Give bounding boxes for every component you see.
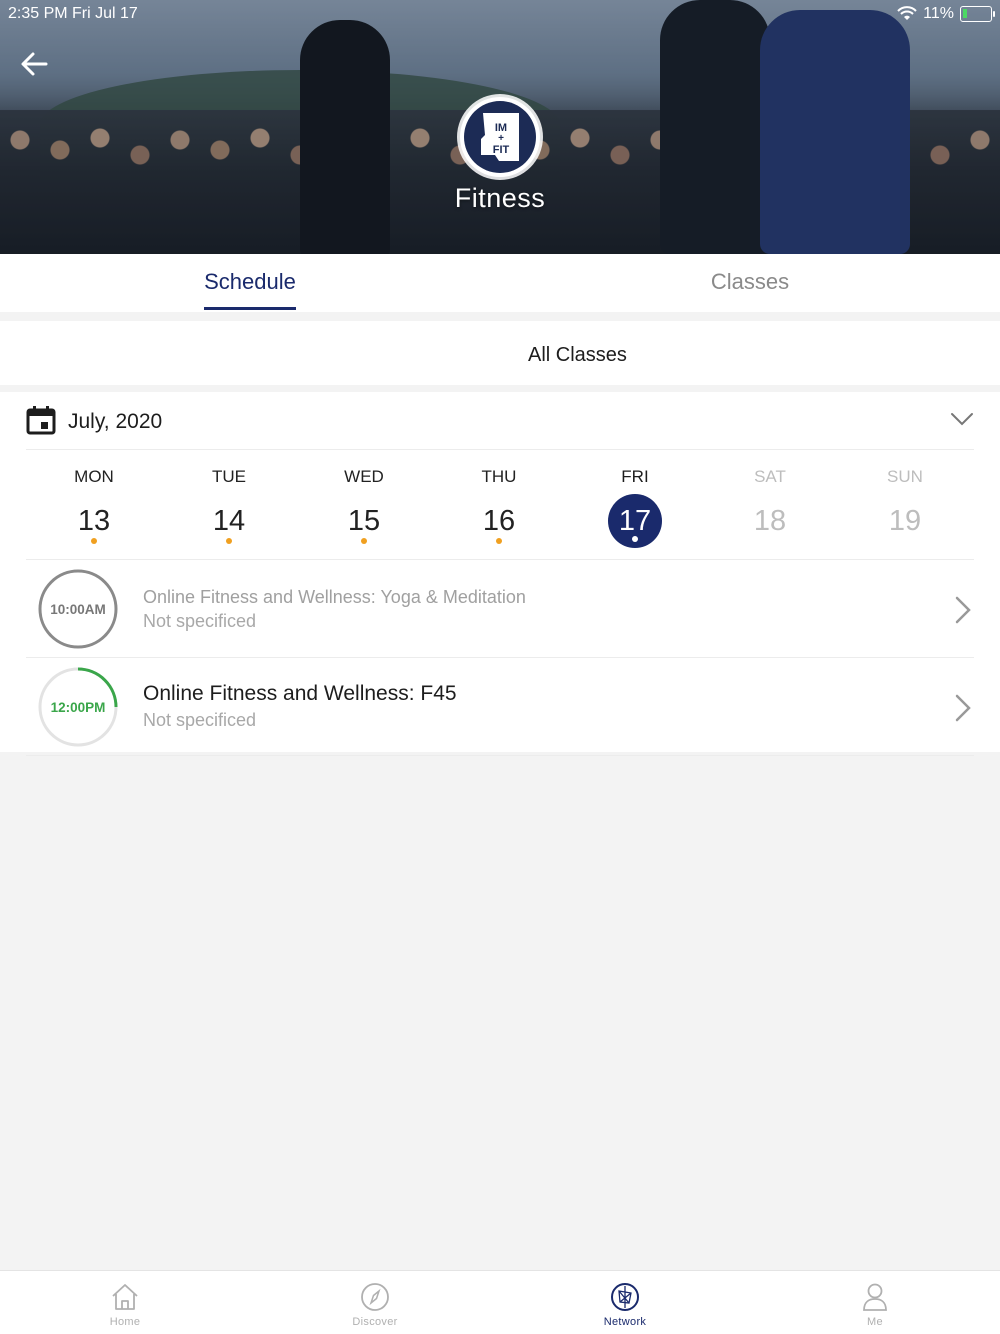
event-dot	[361, 538, 367, 544]
status-right: 11%	[897, 5, 995, 23]
status-time: 2:35 PM Fri Jul 17	[8, 5, 138, 22]
event-dot	[91, 538, 97, 544]
battery-icon	[960, 6, 995, 22]
day-number: 18	[753, 504, 787, 537]
event-dot	[226, 538, 232, 544]
class-time: 10:00AM	[50, 601, 106, 617]
nav-discover-label: Discover	[352, 1316, 398, 1328]
bottom-nav: Home Discover Network Me	[0, 1270, 1000, 1334]
day-name: WED	[344, 467, 384, 486]
nav-me-label: Me	[867, 1316, 883, 1328]
day-name: THU	[481, 467, 517, 486]
day-fri[interactable]: FRI 17	[595, 450, 675, 548]
svg-text:FIT: FIT	[493, 144, 510, 156]
day-wed[interactable]: WED 15	[324, 450, 404, 544]
network-icon	[611, 1283, 639, 1311]
tab-schedule[interactable]: Schedule	[0, 254, 500, 312]
user-icon	[863, 1283, 887, 1311]
day-name: SAT	[754, 467, 786, 486]
tab-bar: Schedule Classes	[0, 254, 1000, 312]
tab-active-indicator	[204, 307, 296, 310]
class-title: Online Fitness and Wellness: Yoga & Medi…	[143, 587, 526, 607]
back-button[interactable]	[14, 44, 54, 84]
nav-home[interactable]: Home	[0, 1271, 250, 1334]
chevron-right-icon	[955, 694, 971, 722]
class-list-item[interactable]: 12:00PM Online Fitness and Wellness: F45…	[26, 659, 974, 756]
nav-network-label: Network	[603, 1316, 647, 1328]
day-tue[interactable]: TUE 14	[189, 450, 269, 544]
nav-discover[interactable]: Discover	[250, 1271, 500, 1334]
day-thu[interactable]: THU 16	[459, 450, 539, 544]
home-icon	[112, 1284, 138, 1310]
battery-percent: 11%	[923, 5, 954, 22]
chevron-right-icon	[955, 596, 971, 624]
tab-classes[interactable]: Classes	[500, 254, 1000, 312]
wifi-icon	[897, 6, 917, 20]
day-name: SUN	[887, 467, 923, 486]
class-filter[interactable]: All Classes	[0, 321, 1000, 385]
month-label: July, 2020	[68, 410, 163, 433]
day-name: MON	[74, 467, 114, 486]
class-filter-label: All Classes	[528, 344, 627, 366]
nav-home-label: Home	[109, 1316, 141, 1328]
arrow-left-icon	[21, 52, 48, 76]
day-sun[interactable]: SUN 19	[865, 450, 945, 537]
class-list-item[interactable]: 10:00AM Online Fitness and Wellness: Yog…	[26, 561, 974, 658]
event-dot	[496, 538, 502, 544]
class-title: Online Fitness and Wellness: F45	[143, 682, 457, 705]
day-sat[interactable]: SAT 18	[730, 450, 810, 537]
day-number: 19	[888, 504, 922, 537]
status-bar: 2:35 PM Fri Jul 17 11%	[0, 0, 1000, 30]
tab-schedule-label: Schedule	[204, 269, 296, 294]
week-strip: MON 13 TUE 14 WED 15 THU 16 FRI 17 SAT 1…	[26, 450, 974, 560]
nav-me[interactable]: Me	[750, 1271, 1000, 1334]
page-title: Fitness	[454, 183, 546, 213]
event-dot	[632, 536, 638, 542]
calendar-icon	[26, 406, 56, 435]
tab-classes-label: Classes	[710, 269, 790, 294]
compass-icon	[361, 1283, 389, 1311]
imfit-logo-icon: IM + FIT	[481, 113, 519, 161]
class-location: Not specificed	[143, 611, 257, 631]
day-name: FRI	[621, 467, 649, 486]
nav-network[interactable]: Network	[500, 1271, 750, 1334]
class-location: Not specificed	[143, 710, 257, 730]
month-selector[interactable]: July, 2020	[26, 392, 974, 450]
class-time: 12:00PM	[50, 699, 106, 715]
day-name: TUE	[212, 467, 246, 486]
club-logo: IM + FIT	[460, 97, 540, 177]
svg-text:+: +	[498, 133, 504, 144]
chevron-down-icon[interactable]	[950, 410, 974, 428]
day-mon[interactable]: MON 13	[54, 450, 134, 544]
schedule-calendar: July, 2020 MON 13 TUE 14 WED 15 THU 16 F…	[0, 392, 1000, 756]
